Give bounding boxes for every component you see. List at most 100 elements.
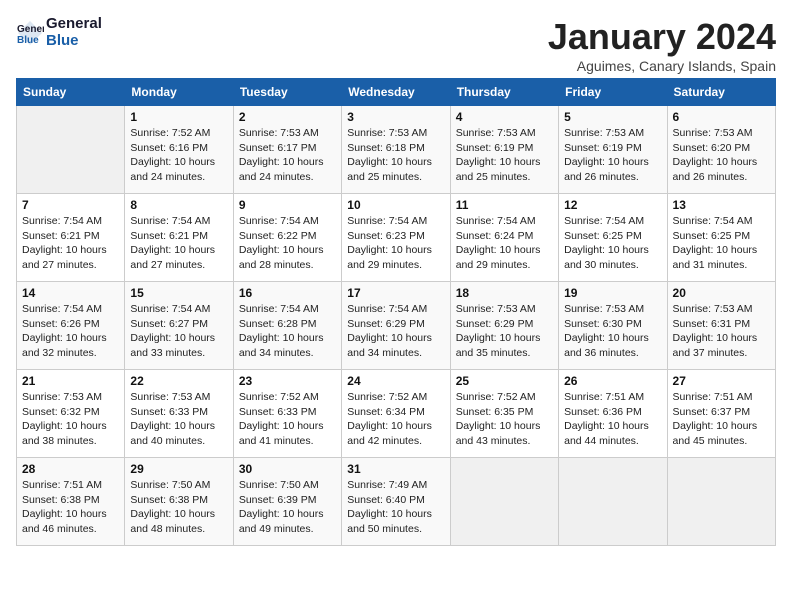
logo-icon: General Blue: [16, 19, 44, 47]
day-detail: Sunrise: 7:53 AM Sunset: 6:30 PM Dayligh…: [564, 302, 661, 361]
day-detail: Sunrise: 7:54 AM Sunset: 6:23 PM Dayligh…: [347, 214, 444, 273]
svg-text:General: General: [17, 24, 44, 35]
calendar-cell: 6 Sunrise: 7:53 AM Sunset: 6:20 PM Daylig…: [667, 106, 775, 194]
header-tuesday: Tuesday: [233, 79, 341, 106]
day-detail: Sunrise: 7:50 AM Sunset: 6:38 PM Dayligh…: [130, 478, 227, 537]
calendar-cell: 12 Sunrise: 7:54 AM Sunset: 6:25 PM Dayli…: [559, 194, 667, 282]
day-detail: Sunrise: 7:53 AM Sunset: 6:20 PM Dayligh…: [673, 126, 770, 185]
day-detail: Sunrise: 7:54 AM Sunset: 6:27 PM Dayligh…: [130, 302, 227, 361]
calendar-cell: 29 Sunrise: 7:50 AM Sunset: 6:38 PM Dayli…: [125, 458, 233, 546]
header-thursday: Thursday: [450, 79, 558, 106]
day-number: 4: [456, 110, 553, 124]
day-detail: Sunrise: 7:51 AM Sunset: 6:38 PM Dayligh…: [22, 478, 119, 537]
day-number: 3: [347, 110, 444, 124]
calendar-cell: 19 Sunrise: 7:53 AM Sunset: 6:30 PM Dayli…: [559, 282, 667, 370]
day-detail: Sunrise: 7:54 AM Sunset: 6:24 PM Dayligh…: [456, 214, 553, 273]
day-number: 19: [564, 286, 661, 300]
calendar-cell: 11 Sunrise: 7:54 AM Sunset: 6:24 PM Dayli…: [450, 194, 558, 282]
calendar-cell: 23 Sunrise: 7:52 AM Sunset: 6:33 PM Dayli…: [233, 370, 341, 458]
day-detail: Sunrise: 7:53 AM Sunset: 6:32 PM Dayligh…: [22, 390, 119, 449]
header-wednesday: Wednesday: [342, 79, 450, 106]
day-header-row: Sunday Monday Tuesday Wednesday Thursday…: [17, 79, 776, 106]
calendar-cell: 2Sunrise: 7:53 AM Sunset: 6:17 PM Daylig…: [233, 106, 341, 194]
calendar-cell: 22Sunrise: 7:53 AM Sunset: 6:33 PM Dayli…: [125, 370, 233, 458]
day-number: 27: [673, 374, 770, 388]
day-number: 28: [22, 462, 119, 476]
day-number: 26: [564, 374, 661, 388]
header-monday: Monday: [125, 79, 233, 106]
day-detail: Sunrise: 7:54 AM Sunset: 6:25 PM Dayligh…: [564, 214, 661, 273]
calendar-title: January 2024: [548, 16, 776, 58]
day-detail: Sunrise: 7:52 AM Sunset: 6:34 PM Dayligh…: [347, 390, 444, 449]
calendar-cell: 25Sunrise: 7:52 AM Sunset: 6:35 PM Dayli…: [450, 370, 558, 458]
title-block: January 2024 Aguimes, Canary Islands, Sp…: [548, 16, 776, 74]
day-number: 2: [239, 110, 336, 124]
day-number: 8: [130, 198, 227, 212]
day-detail: Sunrise: 7:53 AM Sunset: 6:31 PM Dayligh…: [673, 302, 770, 361]
calendar-cell: 17 Sunrise: 7:54 AM Sunset: 6:29 PM Dayli…: [342, 282, 450, 370]
logo-blue-text: Blue: [46, 33, 102, 50]
calendar-cell: 14Sunrise: 7:54 AM Sunset: 6:26 PM Dayli…: [17, 282, 125, 370]
day-number: 1: [130, 110, 227, 124]
day-detail: Sunrise: 7:54 AM Sunset: 6:29 PM Dayligh…: [347, 302, 444, 361]
logo-general-text: General: [46, 16, 102, 33]
page-header: General Blue General Blue January 2024 A…: [16, 16, 776, 74]
day-number: 9: [239, 198, 336, 212]
svg-text:Blue: Blue: [17, 35, 39, 46]
calendar-cell: 28 Sunrise: 7:51 AM Sunset: 6:38 PM Dayli…: [17, 458, 125, 546]
day-number: 23: [239, 374, 336, 388]
calendar-cell: 26 Sunrise: 7:51 AM Sunset: 6:36 PM Dayli…: [559, 370, 667, 458]
day-detail: Sunrise: 7:52 AM Sunset: 6:33 PM Dayligh…: [239, 390, 336, 449]
calendar-cell: [667, 458, 775, 546]
header-saturday: Saturday: [667, 79, 775, 106]
day-number: 10: [347, 198, 444, 212]
calendar-cell: 16 Sunrise: 7:54 AM Sunset: 6:28 PM Dayli…: [233, 282, 341, 370]
calendar-subtitle: Aguimes, Canary Islands, Spain: [548, 58, 776, 74]
calendar-cell: 10 Sunrise: 7:54 AM Sunset: 6:23 PM Dayli…: [342, 194, 450, 282]
day-detail: Sunrise: 7:53 AM Sunset: 6:29 PM Dayligh…: [456, 302, 553, 361]
day-detail: Sunrise: 7:54 AM Sunset: 6:21 PM Dayligh…: [130, 214, 227, 273]
calendar-cell: 24 Sunrise: 7:52 AM Sunset: 6:34 PM Dayli…: [342, 370, 450, 458]
calendar-cell: [559, 458, 667, 546]
calendar-week-2: 7 Sunrise: 7:54 AM Sunset: 6:21 PM Daylig…: [17, 194, 776, 282]
day-number: 30: [239, 462, 336, 476]
calendar-cell: [450, 458, 558, 546]
day-detail: Sunrise: 7:54 AM Sunset: 6:22 PM Dayligh…: [239, 214, 336, 273]
day-detail: Sunrise: 7:51 AM Sunset: 6:37 PM Dayligh…: [673, 390, 770, 449]
day-number: 12: [564, 198, 661, 212]
calendar-cell: 15Sunrise: 7:54 AM Sunset: 6:27 PM Dayli…: [125, 282, 233, 370]
day-number: 17: [347, 286, 444, 300]
day-number: 7: [22, 198, 119, 212]
calendar-cell: 31 Sunrise: 7:49 AM Sunset: 6:40 PM Dayli…: [342, 458, 450, 546]
day-number: 29: [130, 462, 227, 476]
calendar-cell: 4Sunrise: 7:53 AM Sunset: 6:19 PM Daylig…: [450, 106, 558, 194]
day-number: 13: [673, 198, 770, 212]
day-number: 24: [347, 374, 444, 388]
header-friday: Friday: [559, 79, 667, 106]
day-number: 16: [239, 286, 336, 300]
day-number: 18: [456, 286, 553, 300]
day-number: 11: [456, 198, 553, 212]
day-detail: Sunrise: 7:54 AM Sunset: 6:28 PM Dayligh…: [239, 302, 336, 361]
calendar-cell: 30Sunrise: 7:50 AM Sunset: 6:39 PM Dayli…: [233, 458, 341, 546]
calendar-cell: 8 Sunrise: 7:54 AM Sunset: 6:21 PM Daylig…: [125, 194, 233, 282]
day-number: 20: [673, 286, 770, 300]
day-detail: Sunrise: 7:49 AM Sunset: 6:40 PM Dayligh…: [347, 478, 444, 537]
calendar-week-4: 21 Sunrise: 7:53 AM Sunset: 6:32 PM Dayli…: [17, 370, 776, 458]
calendar-cell: 20 Sunrise: 7:53 AM Sunset: 6:31 PM Dayli…: [667, 282, 775, 370]
day-number: 31: [347, 462, 444, 476]
calendar-cell: 7 Sunrise: 7:54 AM Sunset: 6:21 PM Daylig…: [17, 194, 125, 282]
day-number: 21: [22, 374, 119, 388]
day-detail: Sunrise: 7:51 AM Sunset: 6:36 PM Dayligh…: [564, 390, 661, 449]
calendar-week-5: 28 Sunrise: 7:51 AM Sunset: 6:38 PM Dayli…: [17, 458, 776, 546]
day-number: 25: [456, 374, 553, 388]
calendar-cell: 5Sunrise: 7:53 AM Sunset: 6:19 PM Daylig…: [559, 106, 667, 194]
day-detail: Sunrise: 7:54 AM Sunset: 6:21 PM Dayligh…: [22, 214, 119, 273]
day-number: 22: [130, 374, 227, 388]
calendar-cell: 13Sunrise: 7:54 AM Sunset: 6:25 PM Dayli…: [667, 194, 775, 282]
day-detail: Sunrise: 7:52 AM Sunset: 6:16 PM Dayligh…: [130, 126, 227, 185]
day-number: 6: [673, 110, 770, 124]
calendar-week-1: 1 Sunrise: 7:52 AM Sunset: 6:16 PM Daylig…: [17, 106, 776, 194]
calendar-cell: 1 Sunrise: 7:52 AM Sunset: 6:16 PM Daylig…: [125, 106, 233, 194]
calendar-cell: 21 Sunrise: 7:53 AM Sunset: 6:32 PM Dayli…: [17, 370, 125, 458]
